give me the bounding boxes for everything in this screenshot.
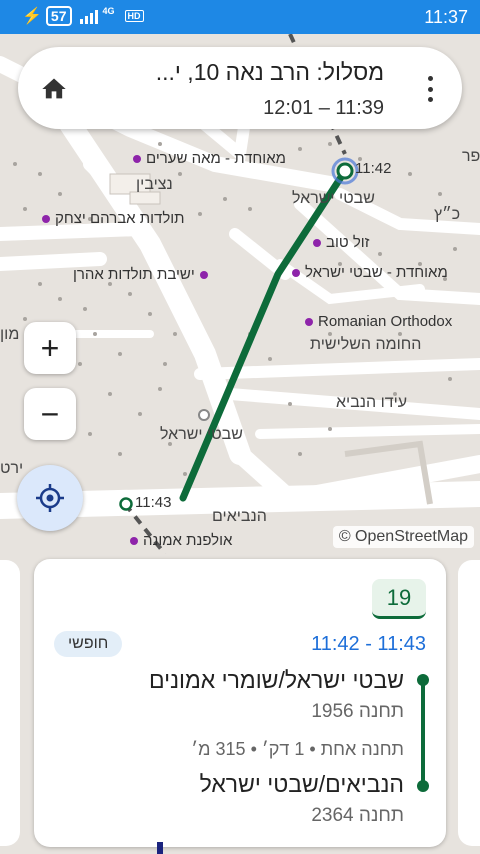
poi-dot [133, 154, 141, 163]
poi-dot [292, 268, 300, 277]
poi-marker[interactable]: מאוחדת - מאה שערים [133, 150, 286, 167]
street-label: נציבין [136, 176, 173, 193]
dot [428, 86, 433, 92]
poi-marker[interactable]: מאוחדת - שבטי ישראל [292, 264, 448, 281]
neighborhood-label: שבטי ישראל [160, 426, 243, 443]
poi-dot [130, 536, 138, 545]
network-type: 4G [102, 6, 115, 16]
poi-label: Romanian Orthodox [318, 313, 453, 330]
clock: 11:37 [424, 7, 468, 27]
ride-summary: תחנה אחת • 1 דק׳ • 315 מ׳ [191, 739, 404, 759]
poi-dot [199, 270, 208, 279]
street-label: כ״ץ [434, 206, 461, 223]
status-icons: ⚡ 57 4G HD [22, 6, 144, 26]
nav-indicator [157, 842, 163, 854]
stop-time-label: 11:42 [355, 160, 392, 177]
poi-marker[interactable]: תולדות אברהם יצחק [42, 210, 185, 227]
route-header: מסלול: הרב נאה 10, י... 12:01 – 11:39 [18, 47, 462, 129]
zoom-in-button[interactable]: + [24, 322, 76, 374]
poi-dot [305, 317, 313, 326]
poi-label: זול טוב [326, 234, 370, 251]
poi-marker[interactable]: Romanian Orthodox [305, 313, 452, 330]
origin-stop-dot [417, 674, 429, 686]
line-number-badge: 19 [372, 579, 426, 619]
poi-label: אולפנת אמונה [143, 532, 233, 549]
street-label: שבטי ישראל [292, 190, 375, 207]
poi-label: מאוחדת - מאה שערים [146, 150, 286, 167]
destination-stop-code: תחנה 2364 [311, 805, 404, 826]
trip-panel: 19 11:42 - 11:43 חופשי שבטי ישראל/שומרי … [0, 554, 480, 854]
my-location-button[interactable] [17, 465, 83, 531]
poi-marker[interactable]: אולפנת אמונה [130, 532, 232, 549]
street-label: החומה השלישית [310, 336, 422, 353]
origin-stop-name: שבטי ישראל/שומרי אמונים [148, 667, 404, 693]
map-attribution[interactable]: © OpenStreetMap [332, 526, 474, 548]
trip-times: 11:42 - 11:43 [311, 633, 426, 655]
zoom-out-button[interactable]: − [24, 388, 76, 440]
trip-card[interactable]: 19 11:42 - 11:43 חופשי שבטי ישראל/שומרי … [34, 559, 446, 847]
poi-dot [42, 214, 50, 223]
street-label: הנביאים [212, 508, 267, 525]
street-label: עידו הנביא [336, 394, 408, 411]
destination-stop-name: הנביאים/שבטי ישראל [199, 771, 404, 797]
next-trip-card[interactable] [458, 560, 480, 846]
route-segment-line [421, 679, 425, 789]
home-icon [42, 78, 66, 99]
street-label: ירט [0, 460, 24, 477]
crosshair-icon [36, 484, 64, 512]
fare-badge: חופשי [54, 631, 123, 657]
origin-stop-code: תחנה 1956 [311, 701, 404, 722]
street-label: פר [462, 148, 480, 165]
poi-marker[interactable]: זול טוב [313, 234, 370, 251]
dot [428, 97, 433, 102]
destination-stop-dot [417, 780, 429, 792]
poi-label: מאוחדת - שבטי ישראל [305, 264, 448, 281]
street-label: מון [0, 326, 20, 343]
dot [428, 76, 433, 81]
charging-icon: ⚡ [22, 8, 42, 25]
status-bar: ⚡ 57 4G HD 11:37 [0, 0, 480, 34]
previous-trip-card[interactable] [0, 560, 20, 846]
stop-time-label: 11:43 [135, 494, 172, 511]
route-title: מסלול: הרב נאה 10, י... [155, 59, 384, 85]
poi-dot [313, 238, 321, 247]
hd-badge: HD [124, 10, 144, 22]
battery-level: 57 [45, 6, 72, 26]
poi-marker[interactable]: ישיבת תולדות אהרן [73, 266, 208, 283]
route-time-range: 12:01 – 11:39 [263, 97, 384, 119]
home-button[interactable] [40, 75, 68, 103]
signal-icon [79, 8, 98, 24]
more-options-button[interactable] [428, 76, 434, 102]
poi-label: ישיבת תולדות אהרן [73, 266, 195, 283]
poi-label: תולדות אברהם יצחק [55, 210, 185, 227]
